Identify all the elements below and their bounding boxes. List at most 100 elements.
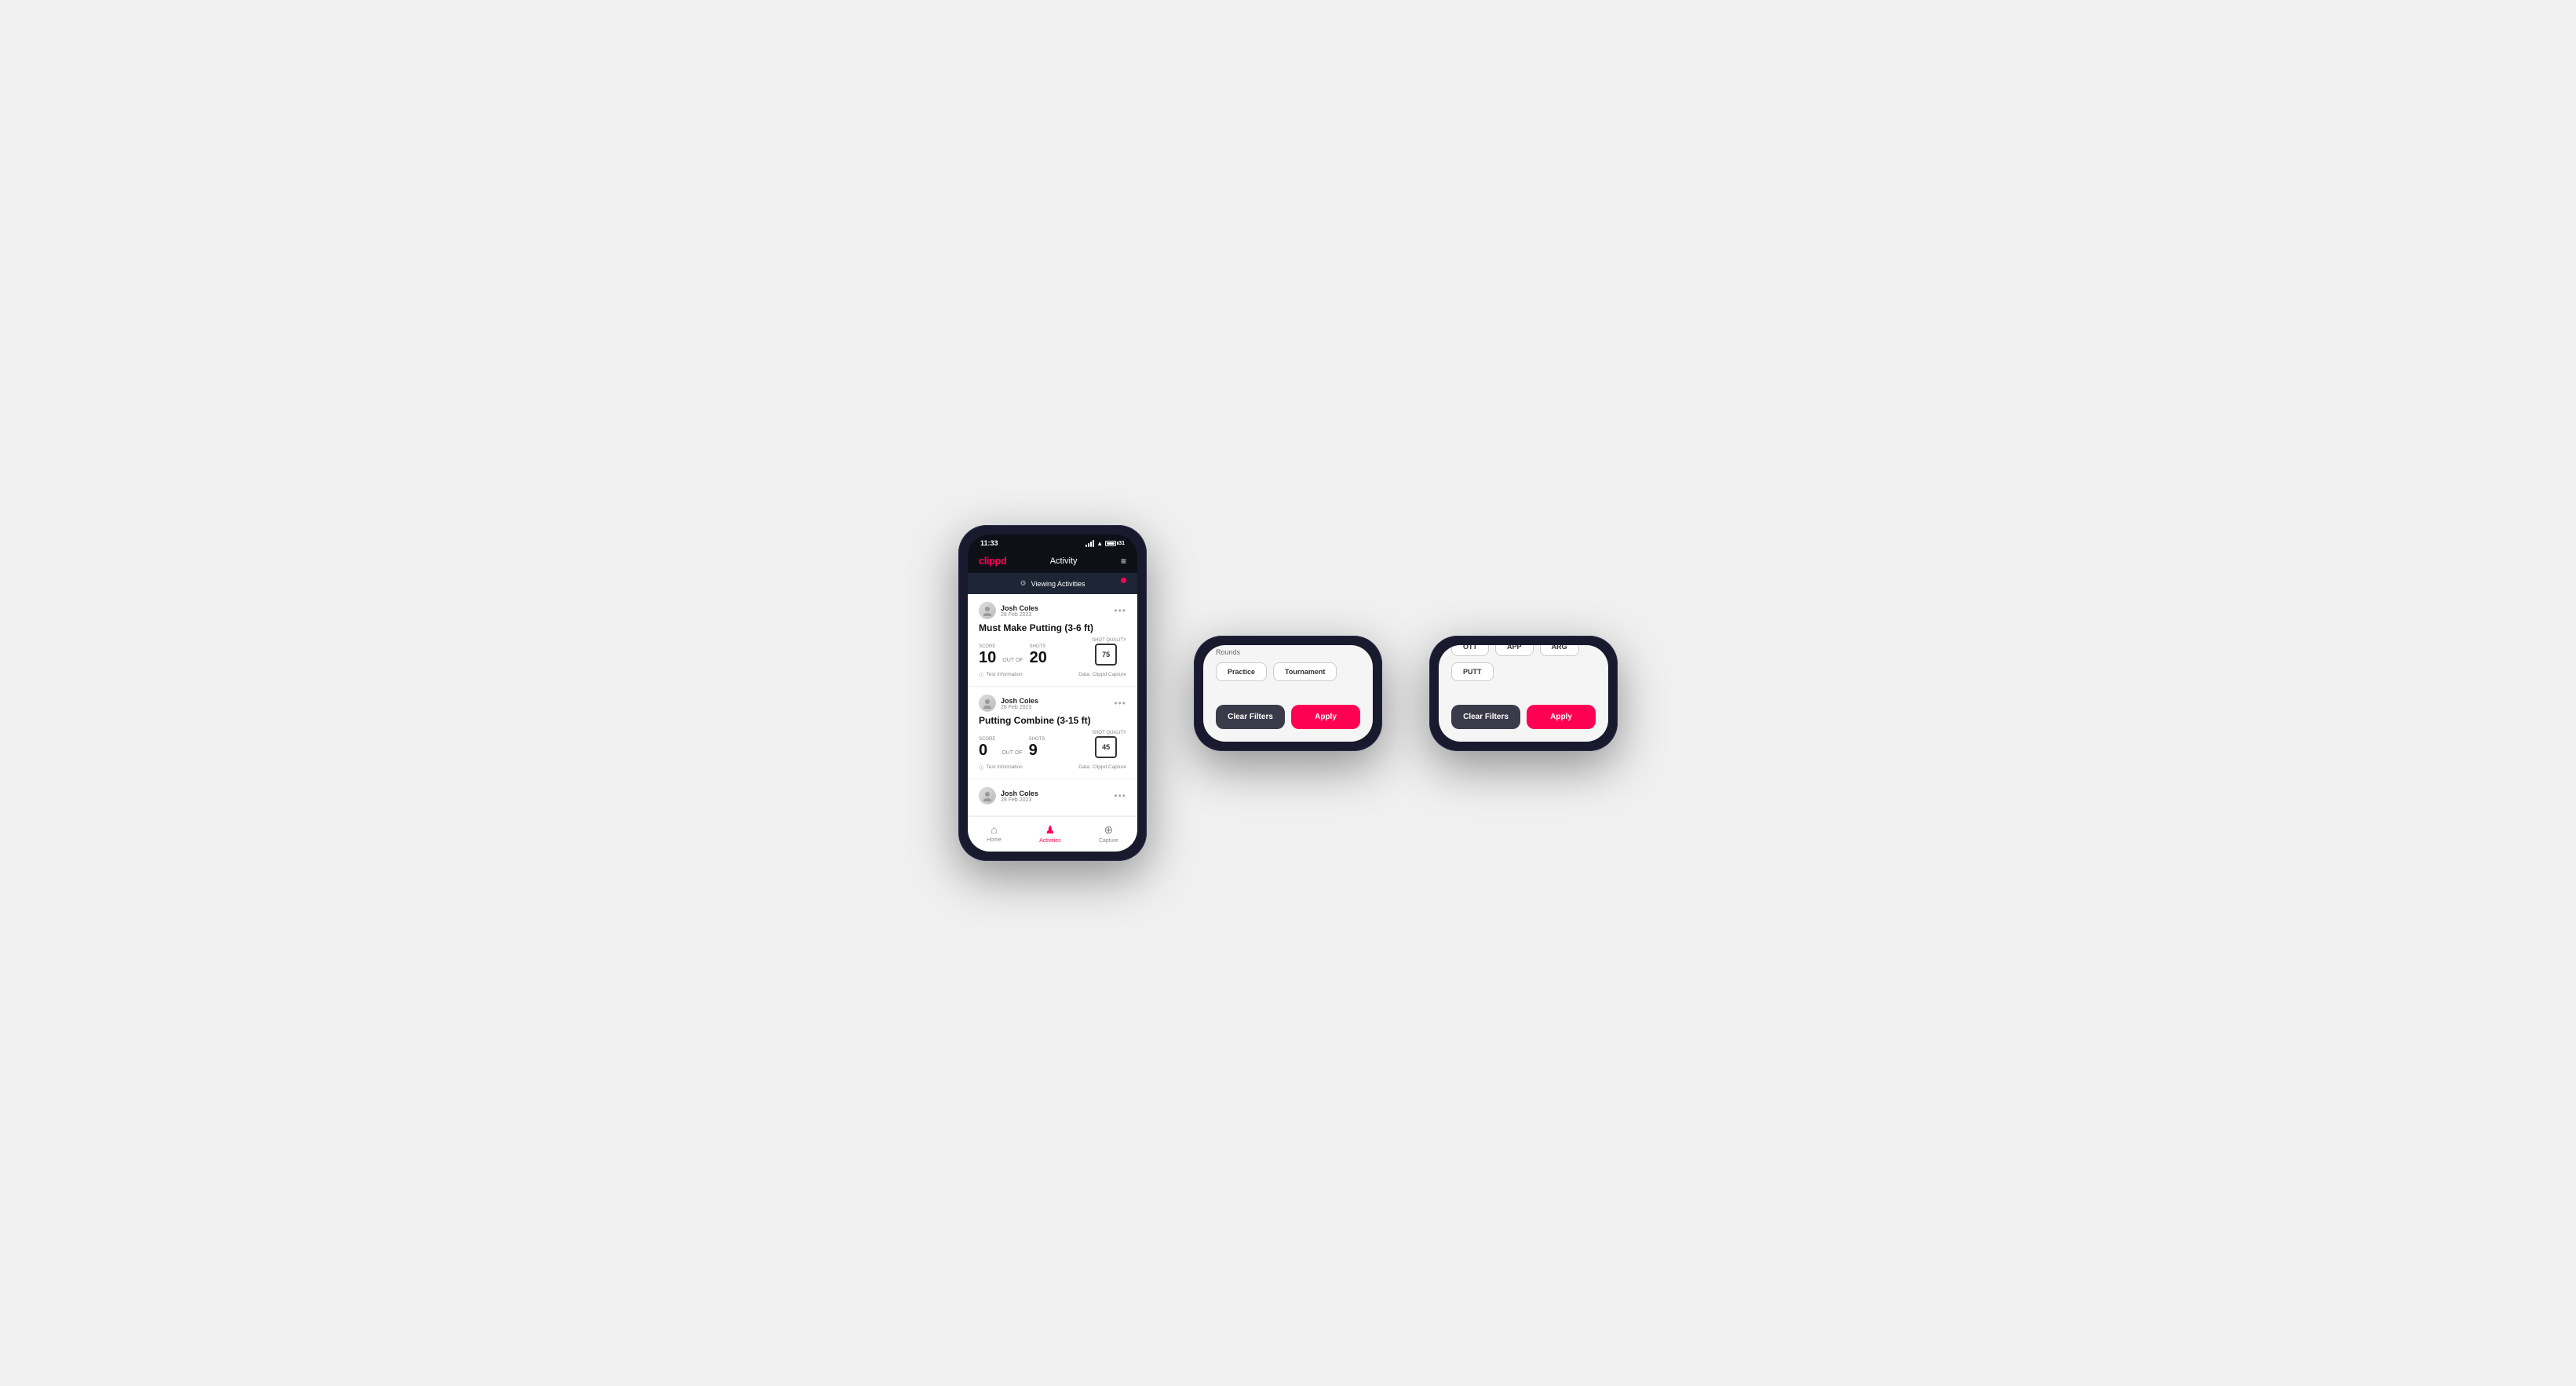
header-title-1: Activity [1050,556,1078,566]
user-name-2: Josh Coles [1001,697,1038,705]
signal-bar-2 [1088,543,1089,547]
activity-card-3-partial: Josh Coles 28 Feb 2023 ••• [968,779,1137,816]
more-dots-3[interactable]: ••• [1114,790,1126,801]
user-meta-3: Josh Coles 28 Feb 2023 [1001,790,1038,803]
score-value-2: 0 [979,742,995,758]
status-icons-1: ▲ 31 [1085,540,1125,547]
activities-icon: ♟ [1045,823,1056,837]
activity-title-1: Must Make Putting (3-6 ft) [979,622,1126,633]
battery-pct-1: 31 [1118,541,1125,546]
out-of-2: OUT OF [1002,750,1022,756]
nav-home-label: Home [987,837,1002,843]
logo-1: clippd [979,555,1006,567]
stats-row-2: Score 0 OUT OF Shots 9 Shot Quality 45 [979,731,1126,758]
nav-activities-label: Activities [1039,838,1061,844]
phone-screen-1: 11:33 ▲ 31 clippd [968,534,1137,852]
card-header-2: Josh Coles 28 Feb 2023 ••• [979,695,1126,712]
ott-btn-3[interactable]: OTT [1451,645,1489,656]
stat-quality-2: Shot Quality 45 [1092,731,1126,758]
bottom-nav-1: ⌂ Home ♟ Activities ⊕ Capture [968,816,1137,852]
user-date-3: 28 Feb 2023 [1001,797,1038,803]
avatar-3 [979,787,996,804]
tournament-btn-2[interactable]: Tournament [1273,662,1337,681]
card-footer-1: ⓘ Test Information Data: Clippd Capture [979,670,1126,678]
test-info-2: ⓘ Test Information [979,763,1023,771]
activity-card-2: Josh Coles 28 Feb 2023 ••• Putting Combi… [968,687,1137,779]
nav-capture[interactable]: ⊕ Capture [1099,823,1118,844]
signal-bar-4 [1093,540,1094,547]
battery-fill-1 [1107,542,1115,545]
time-1: 11:33 [980,539,998,547]
user-meta-2: Josh Coles 28 Feb 2023 [1001,697,1038,710]
phone-activities: 11:33 ▲ 31 clippd [958,525,1147,861]
stat-shots-1: Shots 20 [1030,644,1047,666]
data-source-1: Data: Clippd Capture [1078,672,1126,677]
activity-title-2: Putting Combine (3-15 ft) [979,715,1126,726]
filter-icon-1: ⚙ [1020,579,1027,588]
user-info-3: Josh Coles 28 Feb 2023 [979,787,1038,804]
viewing-bar-text-1: Viewing Activities [1031,580,1085,588]
phone-screen-2: 11:33 ▲ 31 clippd [1203,645,1373,742]
avatar-inner-2 [980,695,995,711]
shots-value-1: 20 [1030,650,1047,666]
wifi-icon-1: ▲ [1096,540,1103,547]
user-name-3: Josh Coles [1001,790,1038,797]
practice-btn-2[interactable]: Practice [1216,662,1267,681]
test-info-text-2: Test Information [987,764,1023,770]
capture-icon: ⊕ [1104,823,1114,837]
nav-home[interactable]: ⌂ Home [987,823,1002,844]
avatar-2 [979,695,996,712]
card-header-3: Josh Coles 28 Feb 2023 ••• [979,787,1126,804]
filter-sheet-practice: Filter ✕ Show Rounds Practice Drills Pra… [1439,645,1608,742]
menu-icon-1[interactable]: ≡ [1121,556,1126,567]
user-info-2: Josh Coles 28 Feb 2023 [979,695,1038,712]
phone-filter-practice: 11:33 ▲ 31 clippd [1429,636,1618,751]
avatar-1 [979,602,996,619]
app-header-1: clippd Activity ≡ [968,549,1137,573]
info-icon-1: ⓘ [979,670,984,678]
score-value-1: 10 [979,650,996,666]
user-date-2: 28 Feb 2023 [1001,705,1038,710]
rounds-label-2: Rounds [1216,648,1360,656]
avatar-inner-1 [980,603,995,618]
signal-bar-3 [1090,542,1092,547]
viewing-bar-1[interactable]: ⚙ Viewing Activities [968,573,1137,594]
stat-quality-1: Shot Quality 75 [1092,638,1126,666]
data-source-2: Data: Clippd Capture [1078,764,1126,770]
clear-filters-btn-2[interactable]: Clear Filters [1216,705,1285,729]
user-date-1: 28 Feb 2023 [1001,612,1038,618]
scene: 11:33 ▲ 31 clippd [911,478,1665,908]
card-footer-2: ⓘ Test Information Data: Clippd Capture [979,763,1126,771]
user-info-1: Josh Coles 28 Feb 2023 [979,602,1038,619]
notch-1 [1025,534,1080,549]
nav-activities[interactable]: ♟ Activities [1039,823,1061,844]
filter-sheet-rounds: Filter ✕ Show Rounds Practice Drills Rou… [1203,645,1373,742]
stat-score-2: Score 0 [979,737,995,758]
activity-card-1: Josh Coles 28 Feb 2023 ••• Must Make Put… [968,594,1137,687]
apply-btn-2[interactable]: Apply [1291,705,1360,729]
filter-footer-2: Clear Filters Apply [1216,705,1360,729]
more-dots-1[interactable]: ••• [1114,605,1126,616]
apply-btn-3[interactable]: Apply [1527,705,1596,729]
user-name-1: Josh Coles [1001,604,1038,612]
stat-score-1: Score 10 [979,644,996,666]
home-icon: ⌂ [991,823,997,836]
quality-badge-2: 45 [1095,736,1117,758]
app-content-1: Josh Coles 28 Feb 2023 ••• Must Make Put… [968,594,1137,816]
putt-btn-3[interactable]: PUTT [1451,662,1494,681]
quality-label-1: Shot Quality [1092,638,1126,643]
signal-bar-1 [1085,545,1087,547]
more-dots-2[interactable]: ••• [1114,698,1126,709]
rounds-buttons-2: Practice Tournament [1216,662,1360,681]
phone-screen-3: 11:33 ▲ 31 clippd [1439,645,1608,742]
card-header-1: Josh Coles 28 Feb 2023 ••• [979,602,1126,619]
app-btn-3[interactable]: APP [1495,645,1534,656]
avatar-inner-3 [980,788,995,804]
stat-shots-2: Shots 9 [1029,737,1045,758]
info-icon-2: ⓘ [979,763,984,771]
filter-footer-3: Clear Filters Apply [1451,705,1596,729]
battery-icon-1 [1105,541,1116,546]
clear-filters-btn-3[interactable]: Clear Filters [1451,705,1520,729]
stats-row-1: Score 10 OUT OF Shots 20 Shot Quality 75 [979,638,1126,666]
arg-btn-3[interactable]: ARG [1540,645,1579,656]
